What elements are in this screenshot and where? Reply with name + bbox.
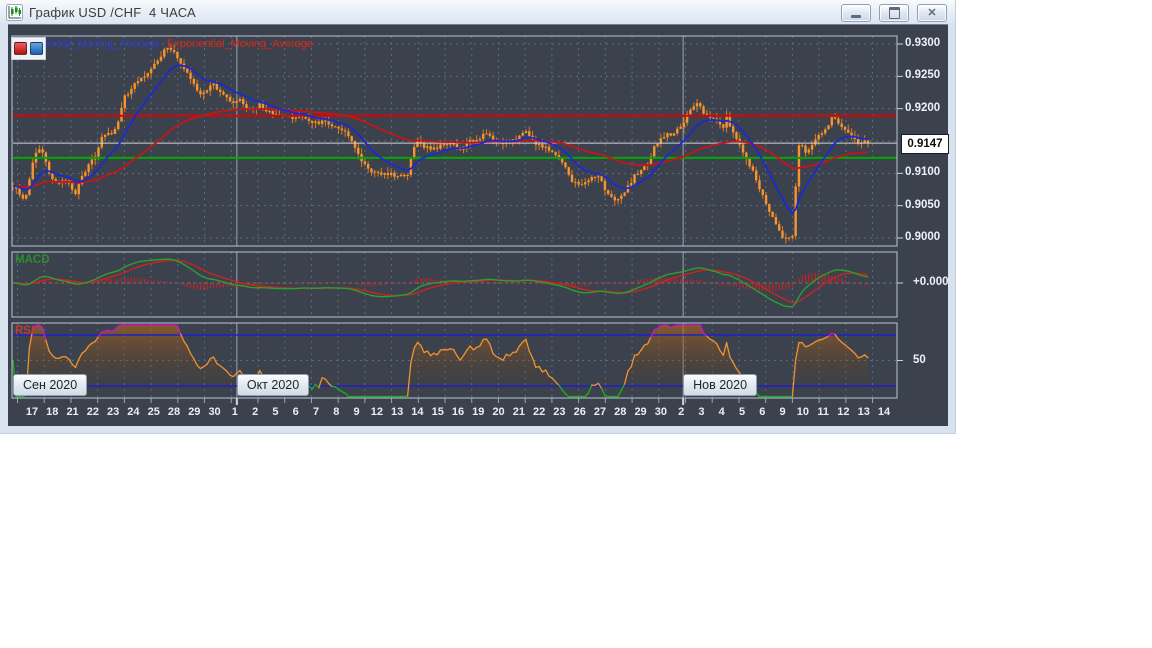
ema-toggle-red-button[interactable] xyxy=(14,42,27,55)
legend-button-box xyxy=(11,37,46,60)
ema-toggle-blue-button[interactable] xyxy=(30,42,43,55)
chart-canvas[interactable] xyxy=(8,25,948,426)
chart-window: График USD /CHF 4 ЧАСА ✕ Exponential_Mov… xyxy=(0,0,956,434)
minimize-button[interactable] xyxy=(841,4,871,22)
window-title: График USD /CHF 4 ЧАСА xyxy=(29,4,196,20)
candles-layer xyxy=(12,44,870,244)
desktop-page: График USD /CHF 4 ЧАСА ✕ Exponential_Mov… xyxy=(0,0,1152,648)
minimize-icon xyxy=(851,15,861,18)
close-button[interactable]: ✕ xyxy=(917,4,947,22)
maximize-button[interactable] xyxy=(879,4,909,22)
maximize-icon xyxy=(888,7,900,19)
window-controls: ✕ xyxy=(841,4,947,22)
title-bar[interactable]: График USD /CHF 4 ЧАСА ✕ xyxy=(0,0,955,24)
chart-client-area: Exponential_Moving_Average Exponential_M… xyxy=(8,24,949,426)
month-separator-lines xyxy=(235,36,685,405)
macd-layer xyxy=(12,258,896,308)
close-icon: ✕ xyxy=(927,6,937,19)
candlestick-chart-icon xyxy=(6,3,23,21)
